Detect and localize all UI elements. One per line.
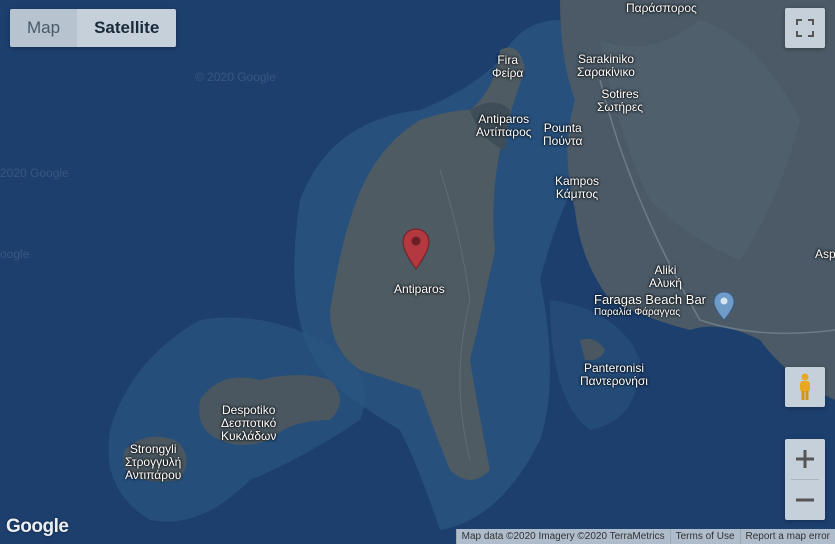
place-label-sarakiniko: Sarakiniko Σαρακίνικο	[577, 52, 635, 79]
terms-of-use-link[interactable]: Terms of Use	[669, 529, 740, 544]
google-logo: Google	[6, 516, 69, 537]
place-label-parasporos: Παράσπορος	[626, 1, 697, 15]
place-label-faragas[interactable]: Faragas Beach Bar Παραλία Φάραγγας	[594, 293, 706, 319]
place-label-antiparos-town: Antiparos Αντίπαρος	[476, 112, 532, 139]
place-label-sotires: Sotires Σωτήρες	[597, 87, 643, 114]
marker-label: Antiparos	[394, 282, 445, 296]
zoom-out-button[interactable]	[785, 480, 825, 520]
attribution-bar: Map data ©2020 Imagery ©2020 TerraMetric…	[455, 529, 835, 544]
zoom-control	[785, 439, 825, 520]
zoom-in-button[interactable]	[785, 439, 825, 479]
map-pin-icon[interactable]	[402, 228, 430, 270]
minus-icon	[796, 498, 814, 502]
map-type-satellite-button[interactable]: Satellite	[77, 9, 177, 47]
place-label-edge: Asp	[815, 247, 835, 261]
place-label-aliki: Aliki Αλυκή	[649, 263, 682, 290]
watermark: © 2020 Google	[195, 70, 276, 84]
place-label-strongyli: Strongyli Στρογγυλή Αντιπάρου	[125, 442, 182, 482]
place-label-despotiko: Despotiko Δεσποτικό Κυκλάδων	[221, 403, 277, 443]
poi-pin-icon[interactable]	[713, 291, 735, 321]
map-data-attribution: Map data ©2020 Imagery ©2020 TerraMetric…	[455, 529, 670, 544]
place-label-pounta: Pounta Πούντα	[543, 121, 583, 148]
map-type-map-button[interactable]: Map	[10, 9, 78, 47]
map-type-control: Map Satellite	[10, 9, 177, 47]
plus-icon	[796, 450, 814, 468]
street-view-pegman-button[interactable]	[785, 367, 825, 407]
place-label-panteronisi: Panteronisi Παντερονήσι	[580, 361, 648, 388]
watermark: oogle	[0, 247, 30, 261]
report-map-error-link[interactable]: Report a map error	[739, 529, 835, 544]
fullscreen-icon	[796, 19, 814, 37]
fullscreen-button[interactable]	[785, 8, 825, 48]
watermark: 2020 Google	[0, 166, 69, 180]
place-label-kampos: Kampos Κάμπος	[555, 174, 600, 201]
pegman-icon	[800, 373, 810, 400]
place-label-fira: Fira Φείρα	[492, 53, 524, 80]
